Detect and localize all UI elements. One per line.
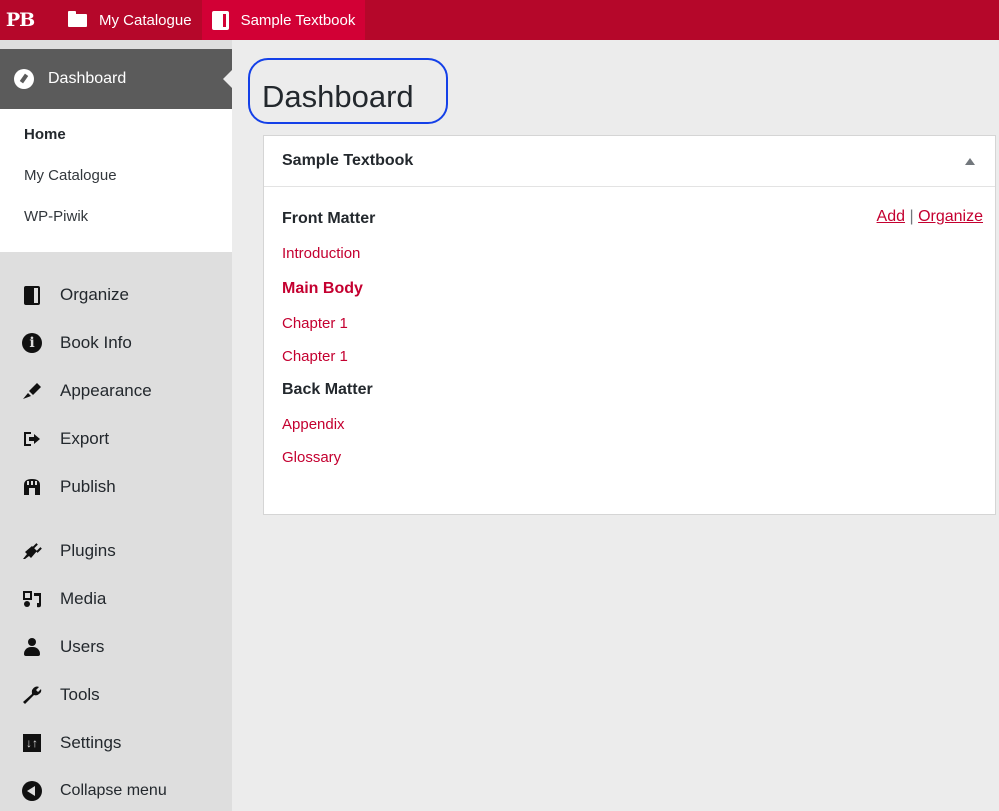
sidebar-item-label: Dashboard (48, 70, 127, 87)
sidebar-item-appearance[interactable]: Appearance (0, 367, 232, 415)
book-contents-widget: Sample Textbook Add | Organize Front Mat… (263, 135, 996, 515)
submenu-item-my-catalogue[interactable]: My Catalogue (0, 162, 232, 203)
sidebar-item-label: Publish (60, 477, 116, 496)
settings-icon: ↓↑ (22, 733, 42, 753)
organize-link[interactable]: Organize (918, 208, 983, 225)
add-link[interactable]: Add (877, 208, 905, 225)
sidebar-item-label: Appearance (60, 381, 152, 400)
wrench-icon (22, 685, 42, 705)
export-icon (22, 429, 42, 449)
sidebar-item-label: Media (60, 589, 107, 608)
paintbrush-icon (22, 381, 42, 401)
widget-title: Sample Textbook (282, 152, 414, 169)
sidebar-item-label: Users (60, 637, 105, 656)
book-icon (211, 10, 229, 30)
toc-link-appendix[interactable]: Appendix (282, 414, 977, 447)
dashboard-submenu: Home My Catalogue WP-Piwik (0, 109, 232, 252)
admin-bar: PB My Catalogue Sample Textbook (0, 0, 999, 40)
collapse-triangle-icon[interactable] (965, 157, 975, 165)
sidebar-item-label: Tools (60, 685, 100, 704)
store-icon (22, 477, 42, 497)
sidebar-group-book: Organize i Book Info Appearance Export P… (0, 252, 232, 511)
sample-textbook-label: Sample Textbook (240, 11, 356, 29)
toc-link-glossary[interactable]: Glossary (282, 447, 977, 480)
collapse-menu-button[interactable]: Collapse menu (0, 767, 232, 811)
sidebar-group-admin: Plugins Media Users Tools ↓↑ Settings Co… (0, 527, 232, 811)
my-catalogue-link[interactable]: My Catalogue (40, 0, 202, 40)
toc-link-main-body[interactable]: Main Body (282, 278, 977, 313)
section-heading-back-matter: Back Matter (282, 381, 373, 398)
sidebar-item-plugins[interactable]: Plugins (0, 527, 232, 575)
section-heading-front-matter: Front Matter (282, 210, 376, 227)
sample-textbook-link[interactable]: Sample Textbook (201, 0, 366, 40)
info-icon: i (22, 333, 42, 353)
pressbooks-logo[interactable]: PB (0, 0, 40, 40)
media-icon (22, 589, 42, 609)
my-catalogue-label: My Catalogue (99, 11, 192, 29)
dashboard-icon (14, 69, 34, 89)
sidebar-item-tools[interactable]: Tools (0, 671, 232, 719)
widget-header[interactable]: Sample Textbook (264, 136, 995, 187)
collapse-menu-label: Collapse menu (60, 782, 167, 799)
sidebar-item-users[interactable]: Users (0, 623, 232, 671)
users-icon (22, 637, 42, 657)
sidebar-item-label: Export (60, 429, 110, 448)
actions-separator: | (909, 208, 914, 225)
toc-link-introduction[interactable]: Introduction (282, 243, 977, 278)
submenu-item-wp-piwik[interactable]: WP-Piwik (0, 203, 232, 244)
collapse-icon (22, 781, 42, 801)
sidebar-item-book-info[interactable]: i Book Info (0, 319, 232, 367)
sidebar-item-label: Book Info (60, 333, 132, 352)
sidebar-item-label: Plugins (60, 541, 116, 560)
widget-body: Add | Organize Front Matter Introduction… (264, 187, 995, 480)
widget-actions: Add | Organize (877, 208, 983, 226)
sidebar-item-media[interactable]: Media (0, 575, 232, 623)
toc-link-chapter-1-duplicate[interactable]: Chapter 1 (282, 346, 977, 379)
page-title: Dashboard (262, 79, 414, 114)
book-icon (22, 285, 42, 305)
submenu-item-home[interactable]: Home (0, 121, 232, 162)
sidebar-item-publish[interactable]: Publish (0, 463, 232, 511)
admin-sidebar: Dashboard Home My Catalogue WP-Piwik Org… (0, 40, 233, 811)
sidebar-item-label: Settings (60, 733, 122, 752)
sidebar-item-organize[interactable]: Organize (0, 271, 232, 319)
toc-link-chapter-1[interactable]: Chapter 1 (282, 313, 977, 346)
folder-icon (68, 10, 87, 27)
sidebar-item-label: Organize (60, 285, 129, 304)
sidebar-item-settings[interactable]: ↓↑ Settings (0, 719, 232, 767)
sidebar-item-export[interactable]: Export (0, 415, 232, 463)
plug-icon (22, 541, 42, 561)
sidebar-item-dashboard[interactable]: Dashboard (0, 49, 233, 109)
